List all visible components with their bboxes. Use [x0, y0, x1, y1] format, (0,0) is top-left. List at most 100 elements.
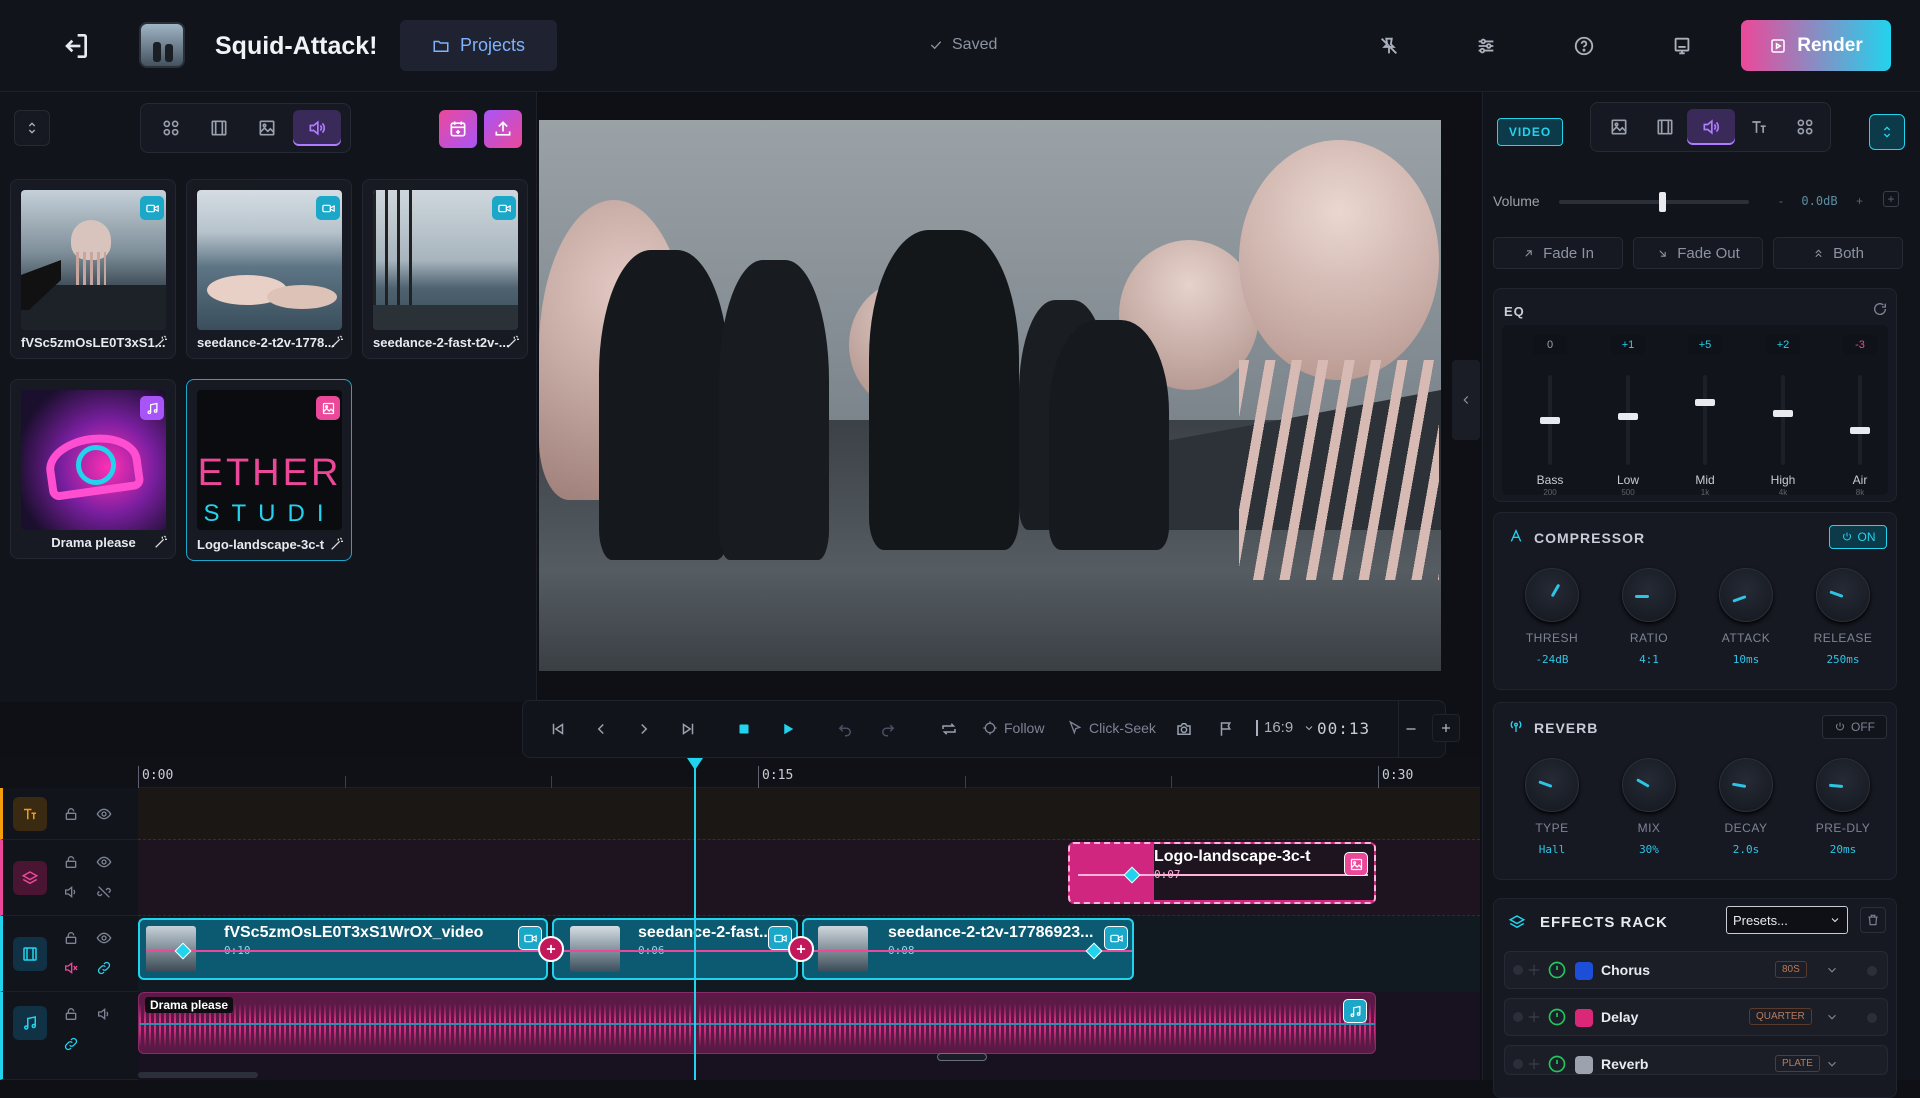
eq-band-bass[interactable]: 0 Bass 200	[1520, 335, 1580, 497]
chevron-down-icon[interactable]	[1825, 1057, 1839, 1071]
reverb-toggle[interactable]: OFF	[1822, 715, 1887, 739]
unlink-icon[interactable]	[96, 884, 112, 900]
eq-thumb[interactable]	[1850, 427, 1870, 434]
volume-icon[interactable]	[63, 884, 79, 900]
lock-icon[interactable]	[63, 854, 79, 870]
zoom-in-icon[interactable]	[1432, 714, 1460, 742]
lock-icon[interactable]	[63, 1006, 79, 1022]
volume-stepper[interactable]: - 0.0dB +	[1779, 190, 1863, 212]
power-icon[interactable]	[1547, 1054, 1567, 1074]
collapse-right-handle[interactable]	[1452, 360, 1480, 440]
audio-clip[interactable]: Drama please	[138, 992, 1376, 1054]
eq-slider[interactable]	[1695, 375, 1715, 465]
drag-handle-icon[interactable]	[1513, 965, 1523, 975]
render-button[interactable]: Render	[1741, 20, 1891, 71]
lock-icon[interactable]	[63, 806, 79, 822]
type-knob[interactable]	[1525, 758, 1579, 812]
step-forward-icon[interactable]	[633, 718, 655, 740]
help-icon[interactable]	[1571, 33, 1597, 59]
reset-icon[interactable]	[1872, 301, 1888, 317]
eq-band-low[interactable]: +1 Low 500	[1598, 335, 1658, 497]
project-title[interactable]: Squid-Attack!	[215, 32, 378, 61]
eq-band-air[interactable]: -3 Air 8k	[1830, 335, 1890, 497]
eye-icon[interactable]	[96, 930, 112, 946]
filter-all-button[interactable]	[147, 110, 195, 146]
filter-audio-button[interactable]	[293, 110, 341, 146]
playhead[interactable]	[687, 758, 703, 1080]
link-icon[interactable]	[96, 960, 112, 976]
drag-handle-icon[interactable]	[1513, 1059, 1523, 1069]
eq-slider[interactable]	[1618, 375, 1638, 465]
power-icon[interactable]	[1547, 1007, 1567, 1027]
compressor-toggle[interactable]: ON	[1829, 525, 1887, 549]
fx-item-delay[interactable]: Delay QUARTER	[1504, 998, 1888, 1036]
power-icon[interactable]	[1547, 960, 1567, 980]
timeline-scrollbar[interactable]	[138, 1072, 258, 1078]
tab-film[interactable]	[1641, 109, 1689, 145]
aspect-ratio-select[interactable]: 16:9	[1256, 720, 1315, 736]
media-card[interactable]: Drama please	[10, 379, 176, 559]
volume-slider[interactable]	[1559, 192, 1749, 212]
skip-start-icon[interactable]	[547, 718, 569, 740]
eq-thumb[interactable]	[1540, 417, 1560, 424]
link-icon[interactable]	[63, 1036, 79, 1052]
attack-knob[interactable]	[1719, 568, 1773, 622]
lane-text[interactable]	[138, 788, 1480, 840]
volume-decrement[interactable]: -	[1779, 194, 1783, 208]
time-ruler[interactable]: 0:00 0:15 0:30	[138, 758, 1480, 788]
exit-icon[interactable]	[56, 27, 94, 65]
fx-item-chorus[interactable]: Chorus 80S	[1504, 951, 1888, 989]
media-card[interactable]: fVSc5zmOsLE0T3xS1...	[10, 179, 176, 359]
tab-effects[interactable]	[1781, 109, 1829, 145]
mute-icon[interactable]	[63, 960, 79, 976]
video-clip[interactable]: seedance-2-fast... 0:06	[552, 918, 798, 980]
eq-gain[interactable]: +5	[1688, 335, 1722, 355]
pin-icon[interactable]	[1376, 33, 1402, 59]
keyframe-marker[interactable]	[1123, 866, 1141, 884]
media-card[interactable]: seedance-2-t2v-1778...	[186, 179, 352, 359]
eq-thumb[interactable]	[1773, 410, 1793, 417]
fx-item-reverb[interactable]: Reverb PLATE	[1504, 1045, 1888, 1075]
eq-band-high[interactable]: +2 High 4k	[1753, 335, 1813, 497]
overlay-clip[interactable]: Logo-landscape-3c-t 0:07	[1068, 842, 1376, 904]
ratio-knob[interactable]	[1622, 568, 1676, 622]
lock-icon[interactable]	[63, 930, 79, 946]
projects-button[interactable]: Projects	[400, 20, 557, 71]
filter-video-button[interactable]	[195, 110, 243, 146]
eq-gain[interactable]: +2	[1766, 335, 1800, 355]
eq-gain[interactable]: 0	[1533, 335, 1567, 355]
follow-toggle[interactable]: Follow	[982, 720, 1044, 736]
eq-thumb[interactable]	[1695, 399, 1715, 406]
stop-icon[interactable]	[733, 718, 755, 740]
eq-gain[interactable]: -3	[1843, 335, 1877, 355]
add-transition-button[interactable]	[538, 936, 564, 962]
move-icon[interactable]	[1527, 1010, 1541, 1024]
predelay-knob[interactable]	[1816, 758, 1870, 812]
move-icon[interactable]	[1527, 963, 1541, 977]
volume-increment[interactable]: +	[1856, 194, 1863, 208]
drag-handle-icon[interactable]	[1513, 1012, 1523, 1022]
chevron-down-icon[interactable]	[1825, 963, 1839, 977]
keyframe-marker[interactable]	[1085, 942, 1103, 960]
project-thumbnail[interactable]	[139, 22, 185, 68]
tab-video[interactable]: VIDEO	[1497, 118, 1563, 146]
tab-image[interactable]	[1595, 109, 1643, 145]
eye-icon[interactable]	[96, 806, 112, 822]
resize-handle[interactable]	[937, 1053, 987, 1061]
step-back-icon[interactable]	[590, 718, 612, 740]
delete-rack-button[interactable]	[1860, 907, 1886, 933]
add-scene-button[interactable]	[439, 110, 477, 148]
move-icon[interactable]	[1527, 1057, 1541, 1071]
volume-thumb[interactable]	[1659, 192, 1666, 212]
mix-knob[interactable]	[1622, 758, 1676, 812]
fade-in-button[interactable]: Fade In	[1493, 237, 1623, 269]
loop-icon[interactable]	[938, 718, 960, 740]
skip-end-icon[interactable]	[677, 718, 699, 740]
eq-slider[interactable]	[1850, 375, 1870, 465]
video-preview[interactable]	[539, 120, 1441, 671]
fade-both-button[interactable]: Both	[1773, 237, 1903, 269]
monitor-icon[interactable]	[1669, 33, 1695, 59]
eq-band-mid[interactable]: +5 Mid 1k	[1675, 335, 1735, 497]
video-clip[interactable]: seedance-2-t2v-17786923... 0:08	[802, 918, 1134, 980]
flag-icon[interactable]	[1215, 718, 1237, 740]
